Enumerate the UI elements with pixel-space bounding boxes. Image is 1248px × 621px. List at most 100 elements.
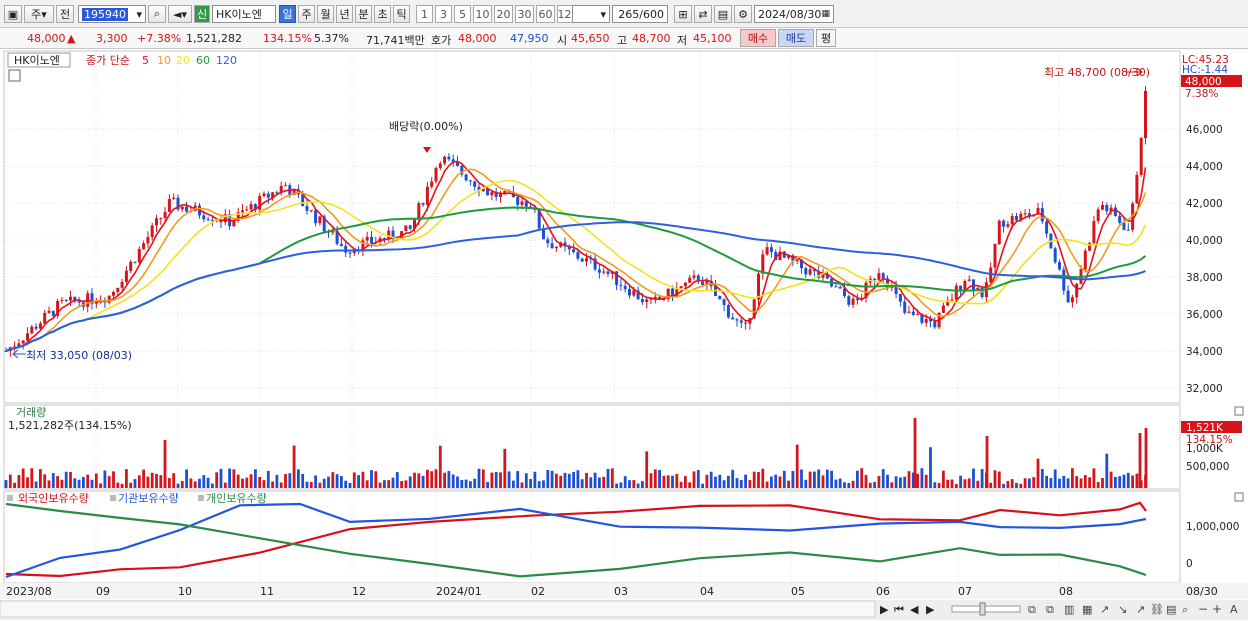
layout-icon[interactable]: ⧉ xyxy=(1046,603,1054,616)
candle-body xyxy=(516,197,520,205)
stock-code-input[interactable]: 195940 ▾ xyxy=(78,5,146,23)
interval-button-5[interactable]: 5 xyxy=(454,5,471,23)
first-page-icon[interactable]: ⏮ xyxy=(894,603,904,616)
volume-bar xyxy=(1036,458,1040,488)
volume-bar xyxy=(1058,478,1061,488)
prev-button[interactable]: 전 xyxy=(56,5,74,23)
month-label: 2023/08 xyxy=(6,585,52,598)
candle-body xyxy=(146,237,150,244)
date-input[interactable]: 2024/08/30 ▦ xyxy=(754,5,834,23)
volume-bar xyxy=(993,470,997,488)
candle-body xyxy=(739,320,743,323)
candle-body xyxy=(963,280,967,290)
volume-bar xyxy=(421,475,425,488)
period-button-6[interactable]: 틱 xyxy=(393,5,410,23)
gear-icon[interactable]: ⚙ xyxy=(734,5,752,23)
volume-bar xyxy=(168,478,171,488)
bar-count-field[interactable]: 265/600 xyxy=(612,5,668,23)
candle-body xyxy=(266,193,270,198)
volume-bar xyxy=(946,479,950,488)
zoom-slider[interactable] xyxy=(951,605,1021,613)
interval-button-10[interactable]: 10 xyxy=(473,5,492,23)
interval-input[interactable]: ▾ xyxy=(572,5,610,23)
sound-icon[interactable]: ◄▾ xyxy=(168,5,192,23)
holdings-panel-close-icon[interactable] xyxy=(1234,492,1244,502)
volume-bar xyxy=(795,444,799,488)
average-button[interactable]: 평 xyxy=(816,29,836,47)
prev-page-icon[interactable]: ◀ xyxy=(910,603,919,616)
volume-bar xyxy=(602,476,606,488)
candle-body xyxy=(245,209,249,211)
candle-body xyxy=(804,268,808,275)
volume-bar xyxy=(340,476,343,488)
trend-down-icon[interactable]: ↘ xyxy=(1118,603,1127,616)
volume-bar xyxy=(864,475,868,488)
chevron-down-icon[interactable]: ▾ xyxy=(600,8,606,21)
link-icon[interactable]: ⛓ xyxy=(1150,603,1164,616)
horizontal-scrollbar[interactable] xyxy=(0,600,876,618)
month-label: 2024/01 xyxy=(436,585,482,598)
ask-price: 48,000 xyxy=(458,32,497,45)
volume-bar xyxy=(249,474,253,488)
font-size-icon[interactable]: A xyxy=(1230,603,1238,616)
period-button-2[interactable]: 월 xyxy=(317,5,334,23)
sell-button[interactable]: 매도 xyxy=(778,29,814,47)
candle-body xyxy=(142,243,146,250)
chevron-down-icon[interactable]: ▾ xyxy=(136,8,142,21)
volume-bar xyxy=(301,473,305,488)
period-button-4[interactable]: 분 xyxy=(355,5,372,23)
window-split-icon[interactable]: ▥ xyxy=(1064,603,1074,616)
window-icon[interactable]: ▣ xyxy=(4,5,22,23)
volume-bar xyxy=(477,468,481,488)
period-button-5[interactable]: 초 xyxy=(374,5,391,23)
calendar-icon[interactable]: ▦ xyxy=(821,9,830,19)
stock-name-field: HK이노엔 xyxy=(212,5,276,23)
candle-body xyxy=(30,326,34,334)
candle-body xyxy=(683,282,687,287)
volume-bar xyxy=(598,477,601,488)
interval-button-3[interactable]: 3 xyxy=(435,5,452,23)
candle-body xyxy=(679,286,683,289)
volume-bar xyxy=(387,480,391,488)
minus-icon[interactable]: − xyxy=(1198,602,1208,616)
volume-bar xyxy=(21,468,25,488)
interval-button-1[interactable]: 1 xyxy=(416,5,433,23)
volume-bar xyxy=(1040,469,1044,488)
interval-button-30[interactable]: 30 xyxy=(515,5,534,23)
period-button-3[interactable]: 년 xyxy=(336,5,353,23)
period-button-0[interactable]: 일 xyxy=(279,5,296,23)
zoom-icon[interactable]: ⊞ xyxy=(674,5,692,23)
chart-area[interactable]: HK이노엔 종가 단순 5 10 20 60 120 최고 48,700 (08… xyxy=(0,49,1248,621)
magnifier-icon[interactable]: ⌕ xyxy=(1182,603,1188,616)
zoom-slider-handle[interactable] xyxy=(979,602,986,616)
compare-icon[interactable]: ⇄ xyxy=(694,5,712,23)
plus-icon[interactable]: + xyxy=(1212,602,1222,616)
month-label: 09 xyxy=(96,585,110,598)
copy-icon[interactable]: ⧉ xyxy=(1028,603,1036,616)
interval-button-20[interactable]: 20 xyxy=(494,5,513,23)
candle-body xyxy=(735,319,739,321)
volume-bar xyxy=(189,478,193,488)
volume-bar xyxy=(223,482,227,488)
candle-body xyxy=(447,156,451,160)
candle-body xyxy=(262,193,266,197)
ma-legend-120: 120 xyxy=(216,54,237,67)
play-icon[interactable]: ▶ xyxy=(880,603,889,616)
grid-toggle-icon[interactable] xyxy=(8,69,21,82)
volume-bar xyxy=(4,480,8,488)
volume-bar xyxy=(770,476,773,488)
next-page-icon[interactable]: ▶ xyxy=(926,603,935,616)
interval-button-60[interactable]: 60 xyxy=(536,5,555,23)
volume-bar xyxy=(856,470,859,488)
bar-chart-icon[interactable]: ▦ xyxy=(1082,603,1092,616)
volume-panel-close-icon[interactable] xyxy=(1234,406,1244,416)
chart-type-select[interactable]: 주 ▾ xyxy=(24,5,54,23)
print-icon[interactable]: ▤ xyxy=(1166,603,1176,616)
line-tool-icon[interactable]: ↗ xyxy=(1136,603,1145,616)
buy-button[interactable]: 매수 xyxy=(740,29,776,47)
trend-icon[interactable]: ↗ xyxy=(1100,603,1109,616)
search-icon[interactable]: ⌕ xyxy=(148,5,166,23)
save-icon[interactable]: ▤ xyxy=(714,5,732,23)
candle-body xyxy=(726,304,730,318)
period-button-1[interactable]: 주 xyxy=(298,5,315,23)
